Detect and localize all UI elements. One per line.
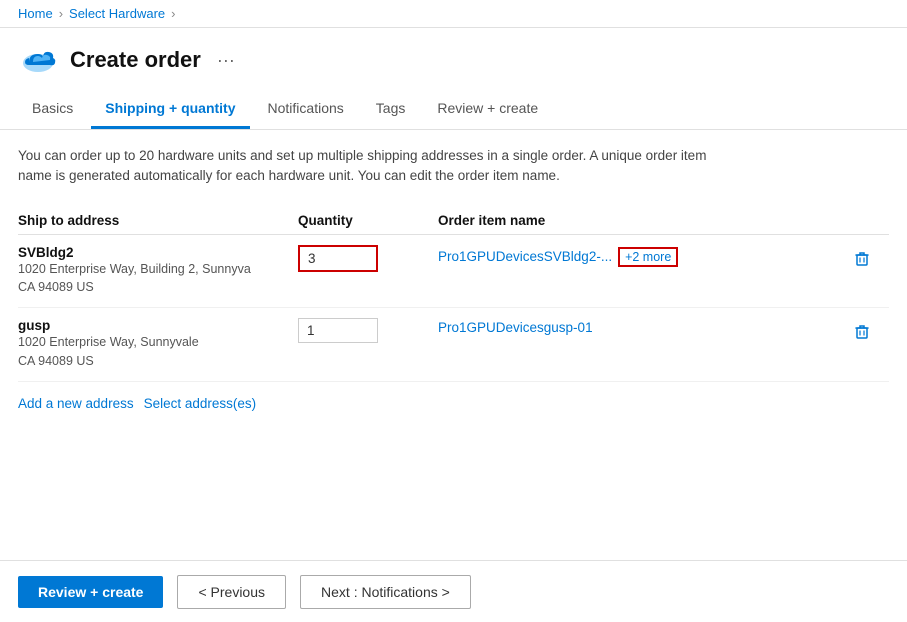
address-name-1: SVBldg2 bbox=[18, 245, 298, 260]
table-row: SVBldg2 1020 Enterprise Way, Building 2,… bbox=[18, 235, 889, 309]
address-detail-1: 1020 Enterprise Way, Building 2, Sunnyva… bbox=[18, 260, 298, 298]
col-actions bbox=[849, 213, 889, 228]
quantity-input-1[interactable] bbox=[298, 245, 378, 272]
address-detail-2: 1020 Enterprise Way, SunnyvaleCA 94089 U… bbox=[18, 333, 298, 371]
quantity-input-2[interactable] bbox=[298, 318, 378, 343]
select-address-link[interactable]: Select address(es) bbox=[144, 396, 257, 411]
delete-cell-2 bbox=[849, 318, 889, 347]
table-row: gusp 1020 Enterprise Way, SunnyvaleCA 94… bbox=[18, 308, 889, 382]
table-header: Ship to address Quantity Order item name bbox=[18, 207, 889, 235]
col-quantity: Quantity bbox=[298, 213, 438, 228]
tab-bar: Basics Shipping + quantity Notifications… bbox=[0, 90, 907, 130]
page-title: Create order bbox=[70, 47, 201, 73]
page-header: Create order ··· bbox=[0, 28, 907, 80]
address-cell-2: gusp 1020 Enterprise Way, SunnyvaleCA 94… bbox=[18, 318, 298, 371]
review-create-button[interactable]: Review + create bbox=[18, 576, 163, 608]
delete-button-2[interactable] bbox=[849, 320, 875, 347]
order-item-link-1[interactable]: Pro1GPUDevicesSVBldg2-... bbox=[438, 249, 612, 264]
breadcrumb: Home › Select Hardware › bbox=[0, 0, 907, 28]
tab-shipping[interactable]: Shipping + quantity bbox=[91, 90, 249, 129]
address-links: Add a new address Select address(es) bbox=[18, 396, 889, 411]
order-item-cell-1: Pro1GPUDevicesSVBldg2-... +2 more bbox=[438, 245, 849, 267]
more-badge-1[interactable]: +2 more bbox=[618, 247, 678, 267]
tab-notifications[interactable]: Notifications bbox=[254, 90, 358, 129]
tab-review[interactable]: Review + create bbox=[423, 90, 552, 129]
footer: Review + create < Previous Next : Notifi… bbox=[0, 560, 907, 622]
tab-basics[interactable]: Basics bbox=[18, 90, 87, 129]
address-cell-1: SVBldg2 1020 Enterprise Way, Building 2,… bbox=[18, 245, 298, 298]
breadcrumb-home[interactable]: Home bbox=[18, 6, 53, 21]
add-address-link[interactable]: Add a new address bbox=[18, 396, 134, 411]
order-item-link-2[interactable]: Pro1GPUDevicesgusp-01 bbox=[438, 320, 593, 335]
col-order-item: Order item name bbox=[438, 213, 849, 228]
page-description: You can order up to 20 hardware units an… bbox=[18, 146, 738, 187]
next-notifications-button[interactable]: Next : Notifications > bbox=[300, 575, 471, 609]
col-address: Ship to address bbox=[18, 213, 298, 228]
breadcrumb-select-hardware[interactable]: Select Hardware bbox=[69, 6, 165, 21]
page-icon bbox=[18, 40, 58, 80]
quantity-cell-1[interactable] bbox=[298, 245, 438, 272]
address-name-2: gusp bbox=[18, 318, 298, 333]
previous-button[interactable]: < Previous bbox=[177, 575, 286, 609]
breadcrumb-sep2: › bbox=[171, 6, 175, 21]
order-item-cell-2: Pro1GPUDevicesgusp-01 bbox=[438, 318, 849, 335]
more-options-icon[interactable]: ··· bbox=[217, 50, 235, 71]
breadcrumb-sep1: › bbox=[59, 6, 63, 21]
quantity-cell-2[interactable] bbox=[298, 318, 438, 343]
delete-button-1[interactable] bbox=[849, 247, 875, 274]
main-content: You can order up to 20 hardware units an… bbox=[0, 130, 907, 427]
delete-cell-1 bbox=[849, 245, 889, 274]
tab-tags[interactable]: Tags bbox=[362, 90, 420, 129]
